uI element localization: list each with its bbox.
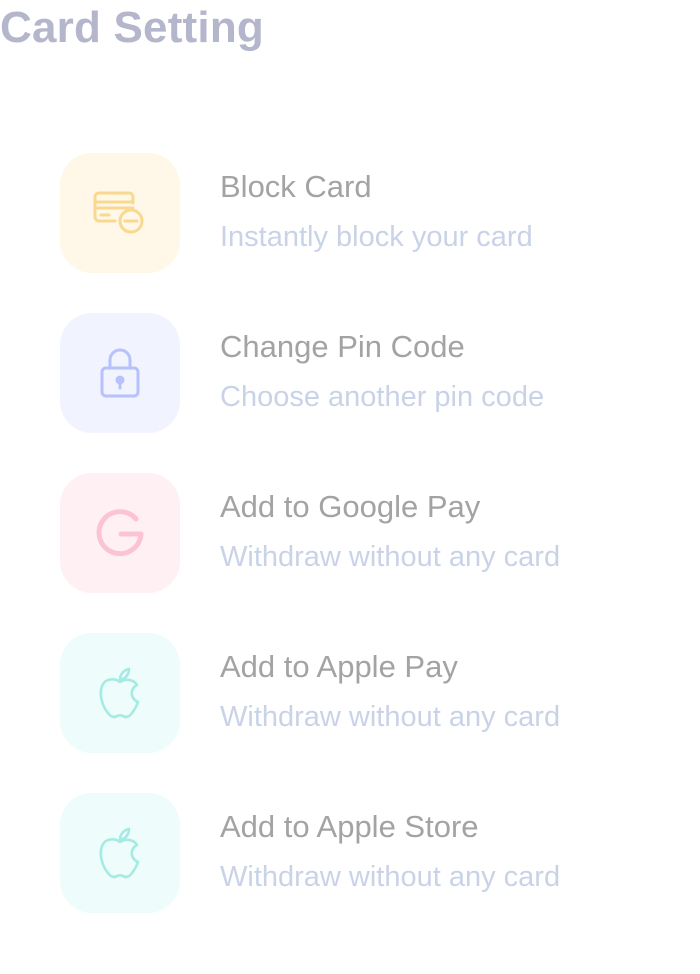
setting-item-change-pin-code[interactable]: Change Pin Code Choose another pin code <box>60 313 690 433</box>
apple-store-icon-tile <box>60 793 180 913</box>
setting-item-block-card[interactable]: Block Card Instantly block your card <box>60 153 690 273</box>
apple-icon <box>97 826 143 880</box>
setting-subtitle: Choose another pin code <box>220 381 545 413</box>
setting-subtitle: Withdraw without any card <box>220 701 561 733</box>
setting-title: Add to Apple Pay <box>220 649 458 684</box>
setting-title: Block Card <box>220 169 372 204</box>
setting-item-google-pay[interactable]: Add to Google Pay Withdraw without any c… <box>60 473 690 593</box>
setting-title: Change Pin Code <box>220 329 465 364</box>
setting-title: Add to Google Pay <box>220 489 481 524</box>
apple-pay-icon-tile <box>60 633 180 753</box>
change-pin-icon-tile <box>60 313 180 433</box>
setting-item-apple-store[interactable]: Add to Apple Store Withdraw without any … <box>60 793 690 913</box>
apple-icon <box>97 666 143 720</box>
setting-subtitle: Instantly block your card <box>220 221 533 253</box>
setting-subtitle: Withdraw without any card <box>220 861 561 893</box>
setting-subtitle: Withdraw without any card <box>220 541 561 573</box>
google-pay-icon-tile <box>60 473 180 593</box>
page-title: Card Setting <box>0 3 264 52</box>
setting-item-apple-pay[interactable]: Add to Apple Pay Withdraw without any ca… <box>60 633 690 753</box>
google-icon <box>94 507 146 559</box>
lock-icon <box>98 346 142 400</box>
setting-title: Add to Apple Store <box>220 809 479 844</box>
block-card-icon-tile <box>60 153 180 273</box>
card-block-icon <box>93 189 147 237</box>
